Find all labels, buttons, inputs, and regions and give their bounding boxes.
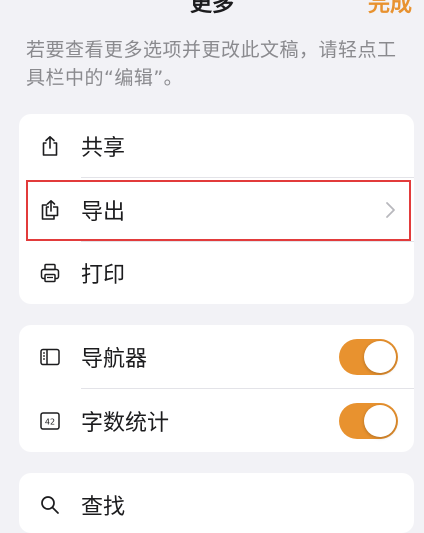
word-count-row: 42 字数统计 [19,389,414,452]
share-row[interactable]: 共享 [19,114,414,177]
page-title: 更多 [189,0,234,17]
share-label: 共享 [81,135,126,161]
word-count-toggle[interactable] [339,402,398,439]
word-count-icon: 42 [40,411,60,430]
navigator-toggle[interactable] [339,338,398,375]
header: 更多 完成 [0,0,424,20]
toggle-knob [364,340,396,373]
search-icon [41,495,59,514]
print-label: 打印 [81,262,126,288]
done-button[interactable]: 完成 [368,0,412,18]
navigator-label: 导航器 [81,346,148,372]
highlight-box [26,180,411,241]
printer-icon [40,263,60,282]
print-row[interactable]: 打印 [19,241,414,304]
find-group: 查找 [19,473,414,533]
settings-group: 导航器 42 字数统计 [19,325,414,452]
find-row[interactable]: 查找 [19,473,414,533]
share-icon [42,135,58,156]
word-count-label: 字数统计 [81,410,170,436]
find-label: 查找 [81,494,126,520]
navigator-row: 导航器 [19,325,414,388]
word-count-icon-text: 42 [45,417,55,426]
navigator-icon [40,348,60,365]
hint-text: 若要查看更多选项并更改此文稿，请轻点工具栏中的“编辑”。 [26,39,397,89]
toggle-knob [364,404,396,437]
